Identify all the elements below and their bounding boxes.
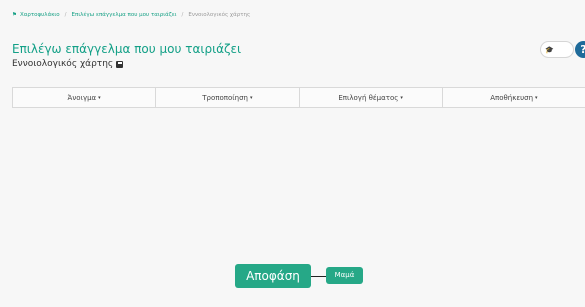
menu-bar: Άνοιγμα ▾ Τροποποίηση ▾ Επιλογή θέματος … xyxy=(12,87,585,108)
page-title: Επιλέγω επάγγελμα που μου ταιριάζει xyxy=(12,42,242,56)
breadcrumb-item-activity[interactable]: Επιλέγω επάγγελμα που μου ταιριάζει xyxy=(72,12,177,18)
page-subtitle: Εννοιολογικός χάρτης xyxy=(12,59,124,69)
chevron-down-icon: ▾ xyxy=(535,94,538,101)
breadcrumb: ⚑ Χαρτοφυλάκιο / Επιλέγω επάγγελμα που μου … xyxy=(12,12,250,18)
breadcrumb-separator: / xyxy=(181,12,184,18)
help-icon[interactable]: ? xyxy=(575,41,585,58)
menu-save[interactable]: Αποθήκευση ▾ xyxy=(441,88,585,107)
mindmap-child-node[interactable]: Μαμά xyxy=(326,267,363,284)
graduation-cap-icon: 🎓 xyxy=(545,46,554,54)
mode-toggle[interactable]: 🎓 xyxy=(540,41,574,58)
menu-open-label: Άνοιγμα xyxy=(67,93,97,102)
mindmap-connector xyxy=(311,276,326,277)
subtitle-text: Εννοιολογικός χάρτης xyxy=(12,59,114,69)
menu-edit-label: Τροποποίηση xyxy=(202,93,248,102)
breadcrumb-item-portfolio[interactable]: Χαρτοφυλάκιο xyxy=(20,12,60,18)
chevron-down-icon: ▾ xyxy=(98,94,101,101)
save-icon[interactable] xyxy=(116,60,124,68)
menu-theme[interactable]: Επιλογή θέματος ▾ xyxy=(298,88,442,107)
chevron-down-icon: ▾ xyxy=(249,94,253,101)
breadcrumb-item-current: Εννοιολογικός χάρτης xyxy=(188,12,251,18)
menu-edit[interactable]: Τροποποίηση ▾ xyxy=(155,88,298,107)
home-icon[interactable]: ⚑ xyxy=(12,12,17,18)
mindmap-root-node[interactable]: Αποφάση xyxy=(235,264,311,288)
menu-open[interactable]: Άνοιγμα ▾ xyxy=(12,88,155,107)
breadcrumb-separator: / xyxy=(64,12,67,18)
chevron-down-icon: ▾ xyxy=(400,94,403,101)
menu-save-label: Αποθήκευση xyxy=(490,93,534,102)
menu-theme-label: Επιλογή θέματος xyxy=(338,93,399,102)
